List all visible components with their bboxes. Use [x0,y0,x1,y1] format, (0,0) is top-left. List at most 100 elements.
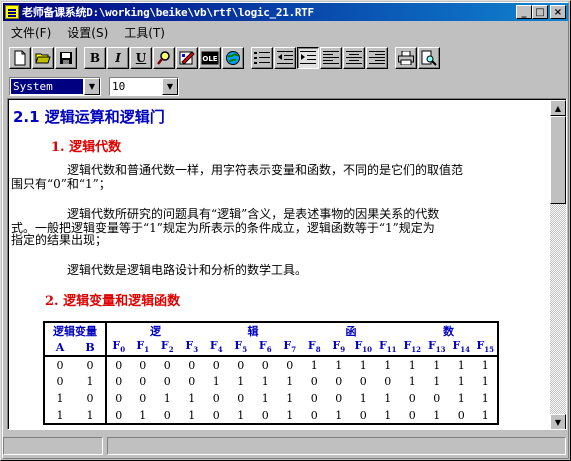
function-value-cell: 0 [359,375,367,388]
maximize-button[interactable]: □ [532,5,548,19]
function-value-cell: 1 [433,408,441,422]
function-value-cell: 1 [359,392,367,405]
function-index: 9 [340,345,346,355]
save-disk-icon [60,52,72,64]
magnifier-icon [157,51,170,65]
bold-button[interactable]: B [84,47,106,69]
app-icon[interactable] [5,5,19,19]
color-button[interactable] [176,47,198,69]
font-name-select[interactable]: System ▼ [9,76,101,96]
print-preview-button[interactable] [418,47,440,69]
underline-button[interactable]: U [130,47,152,69]
function-value-cell: 0 [163,375,171,388]
function-value-cell: 0 [261,408,269,422]
function-value-cell: 1 [433,375,441,388]
toolbar: B I U OLE [9,46,441,70]
function-name-cell: F3 [179,339,204,357]
align-center-icon [346,51,362,64]
function-value-cell: 1 [481,408,489,422]
scroll-thumb[interactable] [550,116,566,204]
function-value-cell: 0 [359,408,367,422]
vertical-scrollbar[interactable]: ▲ ▼ [550,100,566,429]
chevron-down-icon: ▼ [88,81,96,91]
function-value-cell: 1 [433,358,441,372]
chevron-down-icon: ▼ [166,81,174,91]
align-left-button[interactable] [320,47,342,69]
function-name-cell: F4 [204,339,229,357]
save-button[interactable] [55,47,77,69]
align-right-button[interactable] [366,47,388,69]
function-name-cell: F11 [375,339,400,357]
function-header-char: 逻 [150,325,161,338]
scroll-down-button[interactable]: ▼ [550,414,566,429]
function-value-cell: 0 [163,408,171,422]
open-button[interactable] [32,47,54,69]
new-document-icon [14,50,26,66]
function-value-cell: 0 [139,392,147,405]
function-value-cell: 1 [481,375,489,388]
function-index: 4 [217,345,223,355]
numbered-list-button[interactable] [251,47,273,69]
function-index: 10 [362,345,373,355]
function-prefix: F [209,339,218,353]
close-button[interactable]: × [550,5,566,19]
function-value-cell: 1 [384,408,392,422]
table-row: 110101010101010101 [44,407,498,424]
function-name-cell: F12 [400,339,425,357]
function-value-cell: 0 [310,375,318,388]
variable-value-cell: 1 [75,373,107,390]
print-button[interactable] [395,47,417,69]
bold-label: B [89,51,101,65]
function-value-cell: 1 [408,358,416,372]
function-value-cell: 0 [310,392,318,405]
truth-table: 逻辑变量 逻 辑 函 数 A B F0 F1 F2 F3 F4 F5 F6 F7 F8 F9 F10… [43,321,499,425]
indent-button[interactable] [297,47,319,69]
variable-value-cell: 1 [56,392,64,405]
rich-text-editor[interactable]: 2.1 逻辑运算和逻辑门 1. 逻辑代数 逻辑代数和普通代数一样，用字符表示变量… [8,99,566,429]
new-document-button[interactable] [9,47,31,69]
function-value-cell: 0 [188,375,196,388]
minimize-icon: _ [521,6,527,18]
function-index: 11 [386,345,397,355]
function-name-cell: F14 [449,339,474,357]
function-value-cell: 1 [310,358,318,372]
function-value-cell: 0 [139,358,147,372]
table-row: 000000000011111111 [44,356,498,373]
variable-value-cell: 0 [56,358,64,372]
menu-tools[interactable]: 工具(T) [116,24,173,41]
font-name-dropdown-button[interactable]: ▼ [84,77,100,95]
function-value-cell: 1 [139,408,147,422]
function-index: 1 [144,345,150,355]
outdent-icon [277,51,293,64]
menu-file[interactable]: 文件(F) [3,24,59,41]
function-value-cell: 0 [457,408,465,422]
function-value-cell: 1 [163,392,171,405]
align-center-button[interactable] [343,47,365,69]
function-prefix: F [160,339,169,353]
status-panel-2 [107,437,566,455]
variable-value-cell: 1 [56,408,64,422]
paragraph-2-line-1: 逻辑代数所研究的问题具有“逻辑”含义，是表述事物的因果关系的代数 [67,207,440,221]
arrow-down-icon: ▼ [554,417,562,427]
scroll-up-button[interactable]: ▲ [550,100,566,116]
status-panel-1 [3,437,103,455]
italic-button[interactable]: I [107,47,129,69]
font-size-dropdown-button[interactable]: ▼ [162,77,178,95]
maximize-icon: □ [535,6,545,18]
function-index: 12 [411,345,422,355]
find-button[interactable] [153,47,175,69]
function-prefix: F [378,339,387,353]
function-value-cell: 0 [188,358,196,372]
format-bar: System ▼ 10 ▼ [9,76,179,96]
function-value-cell: 1 [457,375,465,388]
variable-value-cell: 0 [75,390,107,407]
insert-object-button[interactable]: OLE [199,47,221,69]
web-button[interactable] [222,47,244,69]
document-content[interactable]: 2.1 逻辑运算和逻辑门 1. 逻辑代数 逻辑代数和普通代数一样，用字符表示变量… [9,100,549,429]
font-size-select[interactable]: 10 ▼ [109,76,179,96]
menu-settings[interactable]: 设置(S) [59,24,116,41]
minimize-button[interactable]: _ [516,5,532,19]
function-value-cell: 0 [212,392,220,405]
title-bar[interactable]: 老师备课系统D:\working\beike\vb\rtf\logic_21.R… [3,3,568,21]
outdent-button[interactable] [274,47,296,69]
